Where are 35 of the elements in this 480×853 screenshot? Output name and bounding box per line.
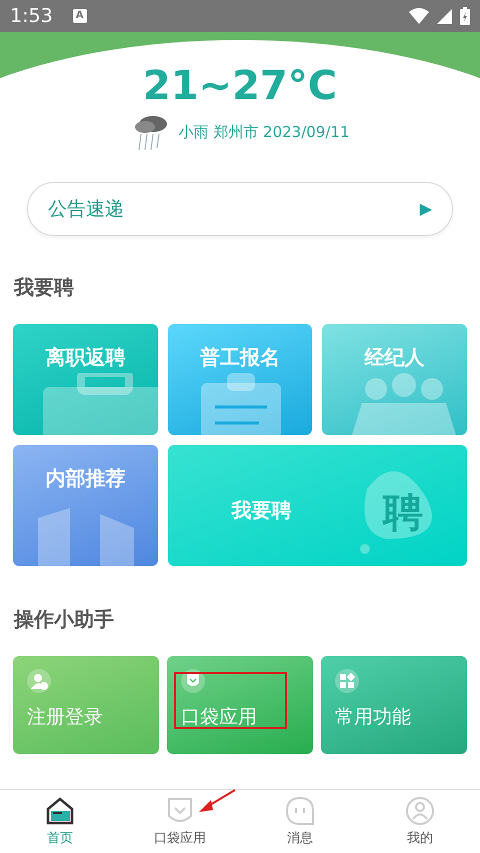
message-icon [285,796,315,826]
helper-card[interactable]: 口袋应用 [167,656,313,754]
weather-summary: 小雨 郑州市 2023/09/11 [178,122,350,143]
bubble-character: 聘 [383,489,423,538]
clipboard-icon [200,373,281,435]
wifi-icon [409,8,429,24]
tab-item[interactable]: 首页 [0,790,120,853]
buildings-icon [38,506,134,566]
signal-icon [437,8,452,24]
briefcase-icon [43,373,158,435]
recruit-tile[interactable]: 离职返聘 [13,324,158,435]
notice-bar[interactable]: 公告速递 ▶ [27,182,453,236]
pocket-icon [181,668,205,693]
tab-item[interactable]: 我的 [360,790,480,853]
play-arrow[interactable]: ▶ [420,197,432,221]
recruit-tile[interactable]: 内部推荐 [13,445,158,566]
tab-item[interactable]: 口袋应用 [120,790,240,853]
section-title: 我要聘 [14,274,75,301]
temperature-text: 21~27°C [142,64,338,108]
helper-card[interactable]: 注册登录 [13,656,159,754]
notice-label: 公告速递 [48,196,124,222]
battery-icon [460,7,470,25]
tab-item[interactable]: 消息 [240,790,360,853]
people-icon [352,373,456,435]
user-add-icon [27,668,51,693]
grid-icon [335,668,359,693]
recruit-tile[interactable]: 普工报名 [168,324,312,435]
status-badge: A [72,9,87,23]
person-icon [405,796,435,826]
section-title: 操作小助手 [14,606,115,633]
status-time: 1:53 [10,4,53,29]
recruit-tile[interactable]: 我要聘 聘 [168,445,467,566]
recruit-tile[interactable]: 经纪人 [322,324,467,435]
helper-card[interactable]: 常用功能 [321,656,467,754]
home-icon [45,796,75,826]
